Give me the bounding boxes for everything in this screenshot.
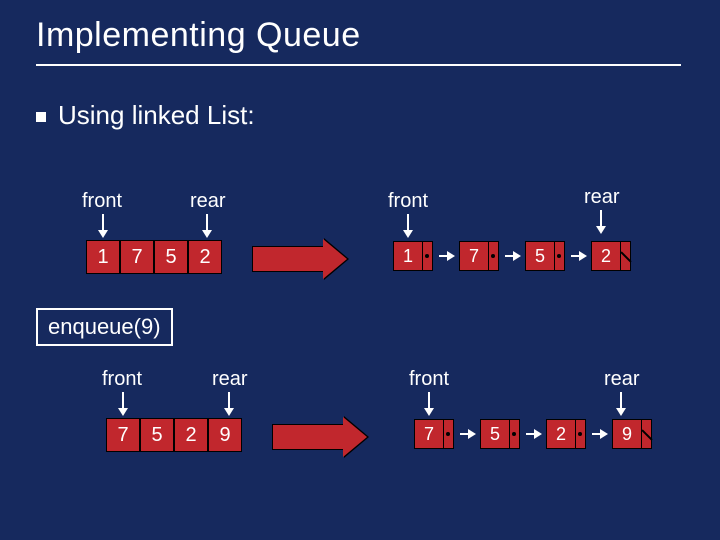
list-node: 1	[393, 241, 433, 271]
arrow-down-icon	[122, 392, 124, 410]
list-node: 7	[414, 419, 454, 449]
node-value: 5	[525, 241, 555, 271]
link-arrow-icon	[439, 255, 453, 257]
node-pointer	[444, 419, 454, 449]
list-node: 2	[546, 419, 586, 449]
array-row-2: 7 5 2 9	[106, 418, 242, 452]
subtitle-text: Using linked List:	[58, 100, 255, 130]
node-pointer-null	[621, 241, 631, 271]
arrow-down-icon	[620, 392, 622, 410]
cell: 9	[208, 418, 242, 452]
operation-label: enqueue(9)	[36, 308, 173, 346]
subtitle: Using linked List:	[36, 100, 255, 131]
arrow-down-icon	[407, 214, 409, 232]
link-arrow-icon	[505, 255, 519, 257]
big-arrow-icon	[252, 246, 324, 272]
page-title: Implementing Queue	[36, 16, 361, 55]
cell: 2	[188, 240, 222, 274]
label-rear-array-2: rear	[212, 368, 248, 391]
cell: 1	[86, 240, 120, 274]
label-front-ll-1: front	[388, 190, 428, 213]
arrow-down-icon	[428, 392, 430, 410]
link-arrow-icon	[592, 433, 606, 435]
linked-list-row-2: 7 5 2 9	[414, 419, 658, 449]
node-value: 5	[480, 419, 510, 449]
big-arrow-icon	[272, 424, 344, 450]
node-pointer	[489, 241, 499, 271]
arrow-down-icon	[102, 214, 104, 232]
node-value: 2	[591, 241, 621, 271]
arrow-down-icon	[600, 210, 602, 228]
list-node: 9	[612, 419, 652, 449]
list-node: 5	[525, 241, 565, 271]
cell: 2	[174, 418, 208, 452]
array-row-1: 1 7 5 2	[86, 240, 222, 274]
list-node: 5	[480, 419, 520, 449]
link-arrow-icon	[571, 255, 585, 257]
arrow-down-icon	[206, 214, 208, 232]
label-front-array-1: front	[82, 190, 122, 213]
bullet-icon	[36, 112, 46, 122]
node-pointer	[555, 241, 565, 271]
cell: 5	[154, 240, 188, 274]
node-value: 2	[546, 419, 576, 449]
cell: 7	[120, 240, 154, 274]
label-rear-array-1: rear	[190, 190, 226, 213]
node-pointer	[510, 419, 520, 449]
node-value: 9	[612, 419, 642, 449]
node-pointer-null	[642, 419, 652, 449]
node-value: 7	[459, 241, 489, 271]
label-rear-ll-1: rear	[584, 186, 620, 209]
label-front-ll-2: front	[409, 368, 449, 391]
node-value: 1	[393, 241, 423, 271]
title-underline	[36, 64, 681, 66]
list-node: 7	[459, 241, 499, 271]
link-arrow-icon	[460, 433, 474, 435]
node-pointer	[423, 241, 433, 271]
node-pointer	[576, 419, 586, 449]
cell: 5	[140, 418, 174, 452]
list-node: 2	[591, 241, 631, 271]
arrow-down-icon	[228, 392, 230, 410]
cell: 7	[106, 418, 140, 452]
label-rear-ll-2: rear	[604, 368, 640, 391]
node-value: 7	[414, 419, 444, 449]
label-front-array-2: front	[102, 368, 142, 391]
linked-list-row-1: 1 7 5 2	[393, 241, 637, 271]
link-arrow-icon	[526, 433, 540, 435]
